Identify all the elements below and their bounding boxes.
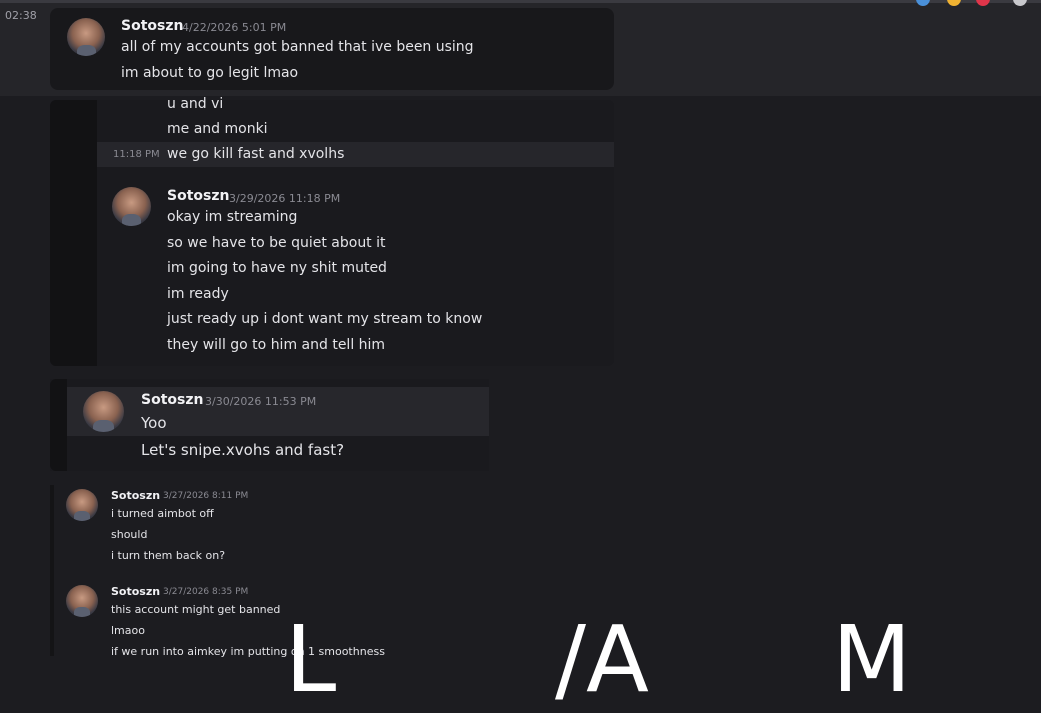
message-text: me and monki bbox=[167, 121, 268, 137]
message-text: they will go to him and tell him bbox=[167, 337, 386, 353]
emoji-reaction-icon[interactable] bbox=[916, 0, 930, 6]
message-text: this account might get banned bbox=[111, 603, 281, 616]
watermark-letter: L bbox=[285, 606, 337, 713]
avatar[interactable] bbox=[67, 18, 105, 56]
message-text: im going to have ny shit muted bbox=[167, 260, 387, 276]
message-text: should bbox=[111, 528, 148, 541]
reaction-row[interactable] bbox=[910, 0, 1041, 7]
card-gutter bbox=[50, 379, 67, 471]
avatar[interactable] bbox=[83, 391, 124, 432]
card-gutter bbox=[50, 485, 54, 656]
author-name[interactable]: Sotoszn bbox=[111, 489, 160, 502]
message-card bbox=[50, 485, 400, 656]
message-text: lmaoo bbox=[111, 624, 145, 637]
message-text: u and vi bbox=[167, 96, 224, 112]
message-text: so we have to be quiet about it bbox=[167, 235, 386, 251]
avatar[interactable] bbox=[112, 187, 151, 226]
corner-timestamp: 02:38 bbox=[5, 9, 37, 22]
author-name[interactable]: Sotoszn bbox=[141, 392, 203, 408]
message-timestamp: 3/27/2026 8:35 PM bbox=[163, 587, 249, 597]
top-divider bbox=[0, 0, 1041, 3]
message-text: okay im streaming bbox=[167, 209, 298, 225]
author-name[interactable]: Sotoszn bbox=[167, 188, 229, 204]
watermark-letter: M bbox=[832, 606, 912, 713]
message-text: Yoo bbox=[141, 414, 167, 432]
author-name[interactable]: Sotoszn bbox=[121, 18, 183, 34]
avatar[interactable] bbox=[66, 489, 98, 521]
message-text: all of my accounts got banned that ive b… bbox=[121, 39, 474, 55]
message-timestamp: 3/30/2026 11:53 PM bbox=[205, 395, 317, 408]
author-name[interactable]: Sotoszn bbox=[111, 585, 160, 598]
message-text: i turned aimbot off bbox=[111, 507, 214, 520]
message-text: Let's snipe.xvohs and fast? bbox=[141, 441, 345, 459]
watermark-letter: /A bbox=[555, 606, 649, 713]
message-text: im about to go legit lmao bbox=[121, 65, 299, 81]
message-text: we go kill fast and xvolhs bbox=[167, 146, 345, 162]
message-text: i turn them back on? bbox=[111, 549, 226, 562]
message-timestamp: 3/29/2026 11:18 PM bbox=[229, 192, 341, 205]
card-gutter bbox=[50, 100, 97, 366]
message-timestamp: 11:18 PM bbox=[113, 149, 160, 160]
avatar[interactable] bbox=[66, 585, 98, 617]
message-timestamp: 3/27/2026 8:11 PM bbox=[163, 491, 249, 501]
message-text: just ready up i dont want my stream to k… bbox=[167, 311, 483, 327]
emoji-reaction-icon[interactable] bbox=[947, 0, 961, 6]
message-timestamp: 4/22/2026 5:01 PM bbox=[182, 21, 287, 34]
message-card: Sotoszn 4/22/2026 5:01 PM all of my acco… bbox=[50, 8, 614, 90]
heart-reaction-icon[interactable] bbox=[976, 0, 990, 6]
message-text: if we run into aimkey im putting on 1 sm… bbox=[111, 645, 385, 658]
message-text: im ready bbox=[167, 286, 229, 302]
emoji-reaction-icon[interactable] bbox=[1013, 0, 1027, 6]
